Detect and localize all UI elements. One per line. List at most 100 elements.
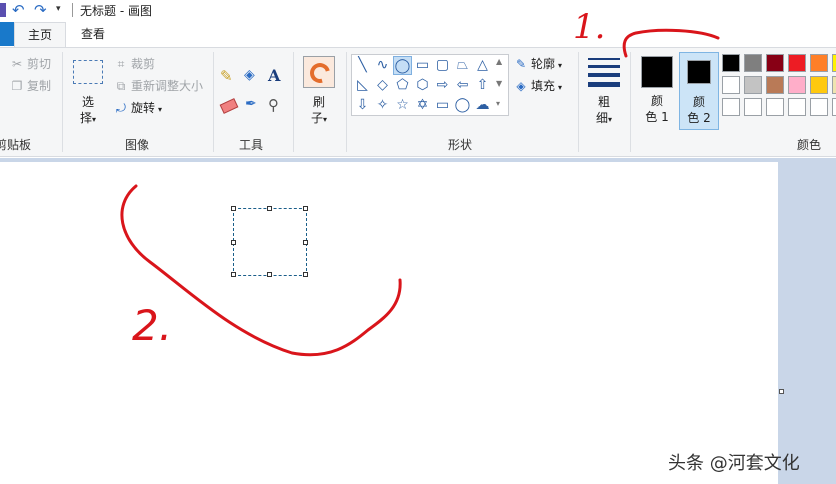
palette-swatch[interactable]	[810, 54, 828, 72]
image-group-label: 图像	[124, 138, 149, 152]
gallery-scroll-up-icon[interactable]: ▲	[496, 57, 502, 66]
color1-button[interactable]: 颜 色 1	[637, 52, 677, 128]
copy-button[interactable]: ❐ 复制	[10, 77, 51, 95]
color1-label-2: 色 1	[645, 110, 669, 124]
selection-handle[interactable]	[267, 272, 272, 277]
selection-handle[interactable]	[231, 240, 236, 245]
resize-label: 重新调整大小	[131, 79, 204, 93]
drawing-canvas[interactable]	[0, 162, 778, 484]
oval-shape-icon[interactable]: ◯	[393, 56, 412, 75]
palette-swatch[interactable]	[788, 54, 806, 72]
pentagon-shape-icon[interactable]: ⬠	[393, 76, 412, 95]
outline-button[interactable]: ✎ 轮廓 ▾	[514, 55, 562, 73]
select-button[interactable]: 选 择▾	[70, 56, 106, 126]
rectangle-shape-icon[interactable]: ▭	[413, 56, 432, 75]
palette-swatch[interactable]	[832, 98, 836, 116]
down-arrow-shape-icon[interactable]: ⇩	[353, 96, 372, 115]
save-icon[interactable]	[0, 3, 6, 17]
right-triangle-shape-icon[interactable]: ◺	[353, 76, 372, 95]
fill-icon: ◈	[516, 79, 526, 93]
five-point-star-shape-icon[interactable]: ☆	[393, 96, 412, 115]
customize-toolbar-icon[interactable]: ▾	[56, 4, 61, 14]
six-point-star-shape-icon[interactable]: ✡	[413, 96, 432, 115]
resize-icon: ⧉	[116, 79, 126, 93]
palette-swatch[interactable]	[766, 76, 784, 94]
palette-swatch[interactable]	[722, 98, 740, 116]
rotate-label: 旋转	[131, 101, 156, 115]
undo-icon[interactable]: ↶	[12, 1, 25, 19]
clipboard-group-label: 剪贴板	[0, 138, 31, 152]
chevron-down-icon: ▾	[323, 115, 328, 124]
diamond-shape-icon[interactable]: ◇	[373, 76, 392, 95]
canvas-resize-handle[interactable]	[779, 389, 784, 394]
tools-group-label: 工具	[238, 138, 263, 152]
polygon-shape-icon[interactable]: ⏢	[453, 56, 472, 75]
group-separator	[62, 52, 63, 152]
selection-handle[interactable]	[303, 206, 308, 211]
palette-swatch[interactable]	[744, 54, 762, 72]
palette-swatch[interactable]	[788, 98, 806, 116]
size-button[interactable]: 粗 细▾	[585, 56, 623, 126]
brushes-button[interactable]: 刷 子▾	[300, 56, 338, 126]
resize-button[interactable]: ⧉ 重新调整大小	[114, 77, 203, 95]
redo-icon[interactable]: ↷	[34, 1, 47, 19]
crop-label: 裁剪	[131, 57, 156, 71]
palette-swatch[interactable]	[766, 98, 784, 116]
fill-button[interactable]: ◈ 填充 ▾	[514, 77, 562, 95]
crop-icon: ⌗	[117, 57, 125, 71]
palette-swatch[interactable]	[722, 54, 740, 72]
color-palette	[722, 54, 836, 118]
size-label-1: 粗	[597, 95, 610, 109]
selection-handle[interactable]	[267, 206, 272, 211]
palette-swatch[interactable]	[810, 98, 828, 116]
chevron-down-icon: ▾	[92, 115, 97, 124]
window-title: 无标题 - 画图	[80, 4, 152, 18]
palette-swatch[interactable]	[744, 76, 762, 94]
palette-swatch[interactable]	[766, 54, 784, 72]
palette-swatch[interactable]	[832, 76, 836, 94]
gallery-scroll-down-icon[interactable]: ▼	[496, 79, 502, 88]
text-tool-icon[interactable]: A	[268, 66, 280, 85]
rect-callout-shape-icon[interactable]: ▭	[433, 96, 452, 115]
crop-button[interactable]: ⌗ 裁剪	[114, 55, 155, 73]
brush-label-2: 子	[310, 111, 323, 125]
gallery-expand-icon[interactable]: ▾	[496, 99, 500, 108]
tab-home[interactable]: 主页	[14, 22, 66, 47]
up-arrow-shape-icon[interactable]: ⇧	[473, 76, 492, 95]
cut-button[interactable]: ✂ 剪切	[10, 55, 51, 73]
palette-swatch[interactable]	[722, 76, 740, 94]
right-arrow-shape-icon[interactable]: ⇨	[433, 76, 452, 95]
selection-handle[interactable]	[231, 272, 236, 277]
magnifier-icon[interactable]: ⚲	[268, 96, 279, 114]
cloud-callout-shape-icon[interactable]: ☁	[473, 96, 492, 115]
four-point-star-shape-icon[interactable]: ✧	[373, 96, 392, 115]
fill-bucket-icon[interactable]: ◈	[244, 67, 262, 85]
selection-handle[interactable]	[231, 206, 236, 211]
palette-swatch[interactable]	[744, 98, 762, 116]
line-shape-icon[interactable]: ╲	[353, 56, 372, 75]
rotate-button[interactable]: ⤾ 旋转 ▾	[114, 99, 162, 117]
palette-swatch[interactable]	[832, 54, 836, 72]
selection-handle[interactable]	[303, 240, 308, 245]
oval-callout-shape-icon[interactable]: ◯	[453, 96, 472, 115]
palette-swatch[interactable]	[788, 76, 806, 94]
pencil-icon[interactable]: ✎	[220, 67, 238, 85]
palette-swatch[interactable]	[810, 76, 828, 94]
color2-label-2: 色 2	[687, 111, 711, 125]
color-picker-icon[interactable]: ✒	[245, 96, 257, 112]
selection-box[interactable]	[231, 206, 308, 277]
tab-view[interactable]: 查看	[68, 22, 118, 47]
selection-handle[interactable]	[303, 272, 308, 277]
group-separator	[213, 52, 214, 152]
triangle-shape-icon[interactable]: △	[473, 56, 492, 75]
hexagon-shape-icon[interactable]: ⬡	[413, 76, 432, 95]
chevron-down-icon: ▾	[158, 105, 163, 114]
color2-label-1: 颜	[692, 95, 705, 109]
curve-shape-icon[interactable]: ∿	[373, 56, 392, 75]
rounded-rectangle-shape-icon[interactable]: ▢	[433, 56, 452, 75]
copy-icon: ❐	[11, 79, 23, 93]
chevron-down-icon: ▾	[558, 61, 563, 70]
file-tab[interactable]	[0, 22, 14, 46]
left-arrow-shape-icon[interactable]: ⇦	[453, 76, 472, 95]
color2-button[interactable]: 颜 色 2	[679, 52, 719, 130]
